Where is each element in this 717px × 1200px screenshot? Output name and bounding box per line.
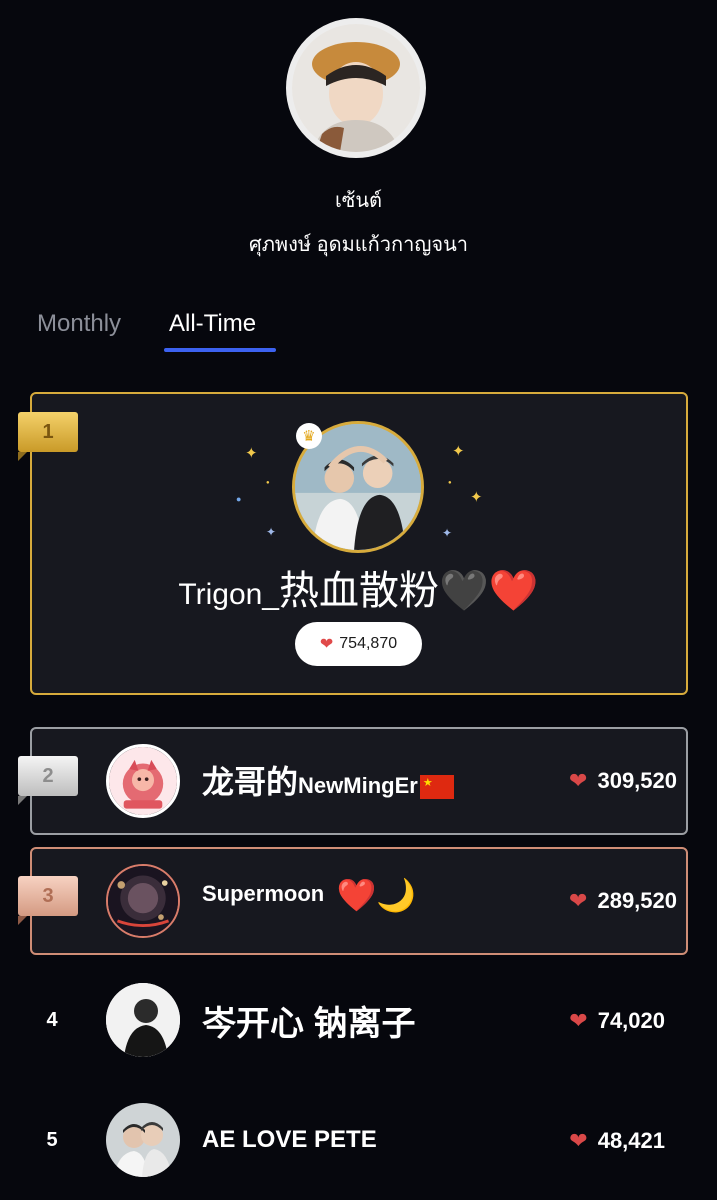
rank-3-score: ❤ 289,520 <box>569 888 677 914</box>
sparkle-icon: ✦ <box>266 525 277 539</box>
rank-1-score-pill: ❤ 754,870 <box>295 622 422 666</box>
profile-avatar[interactable] <box>286 18 426 158</box>
rank-4-avatar[interactable] <box>106 983 180 1057</box>
rank-2-avatar[interactable] <box>106 744 180 818</box>
rank-5-avatar[interactable] <box>106 1103 180 1177</box>
rank-5-name: AE LOVE PETE <box>202 1126 377 1153</box>
rank-1-score: 754,870 <box>339 635 398 652</box>
sparkle-icon: ✦ <box>470 489 483 506</box>
rank-2-name-main: 龙哥的 <box>202 764 299 800</box>
heart-icon: ❤ <box>569 1128 588 1153</box>
rank-1-name-emoji: 🖤❤️ <box>439 569 539 613</box>
sparkle-icon: ✦ <box>442 526 453 540</box>
rank-4-score-value: 74,020 <box>597 1008 665 1033</box>
china-flag-icon <box>419 775 454 800</box>
rank-3-name-emoji: ❤️🌙 <box>336 877 417 913</box>
rank-2-score-value: 309,520 <box>597 768 677 793</box>
rank-5-number: 5 <box>46 1129 58 1151</box>
tab-all-time[interactable]: All-Time <box>169 310 256 338</box>
rank-3-name-main: Supermoon <box>202 880 325 906</box>
rank-4-score: ❤ 74,020 <box>569 1008 665 1034</box>
rank-2-name: 龙哥的NewMingEr <box>202 757 454 803</box>
rank-badge-2: 2 <box>18 756 78 805</box>
heart-icon: ❤ <box>319 636 334 653</box>
rank-3-name: Supermoon ❤️🌙 <box>202 876 416 914</box>
active-tab-indicator <box>164 348 276 352</box>
sparkle-icon: ● <box>236 494 242 504</box>
tab-monthly[interactable]: Monthly <box>37 310 121 338</box>
profile-nickname: เซ้นต์ <box>334 190 383 212</box>
rank-3-score-value: 289,520 <box>597 888 677 913</box>
rank-4-name: 岑开心 钠离子 <box>202 1005 416 1043</box>
rank-2-score: ❤ 309,520 <box>569 768 677 794</box>
heart-icon: ❤ <box>569 888 588 913</box>
rank-1-name-main: 热血散粉 <box>279 569 439 613</box>
rank-3-avatar[interactable] <box>106 864 180 938</box>
sparkle-icon: ✦ <box>245 445 258 462</box>
heart-icon: ❤ <box>569 1008 588 1033</box>
heart-icon: ❤ <box>569 768 588 793</box>
rank-4-number: 4 <box>46 1009 58 1031</box>
rank-badge-1: 1 <box>18 412 78 461</box>
sparkle-icon: ✦ <box>452 443 465 460</box>
crown-icon: ♛ <box>296 423 322 449</box>
rank-5-score: ❤ 48,421 <box>569 1128 665 1154</box>
sparkle-icon: ● <box>448 480 452 486</box>
rank-badge-3: 3 <box>18 876 78 925</box>
rank-1-name-prefix: Trigon_ <box>178 578 279 611</box>
rank-5-score-value: 48,421 <box>597 1128 665 1153</box>
sparkle-icon: ● <box>266 480 270 486</box>
rank-2-name-suffix: NewMingEr <box>298 773 418 798</box>
profile-fullname: ศุภพงษ์ อุดมแก้วกาญจนา <box>249 234 468 256</box>
rank-1-name: Trigon_热血散粉🖤❤️ <box>0 558 717 616</box>
